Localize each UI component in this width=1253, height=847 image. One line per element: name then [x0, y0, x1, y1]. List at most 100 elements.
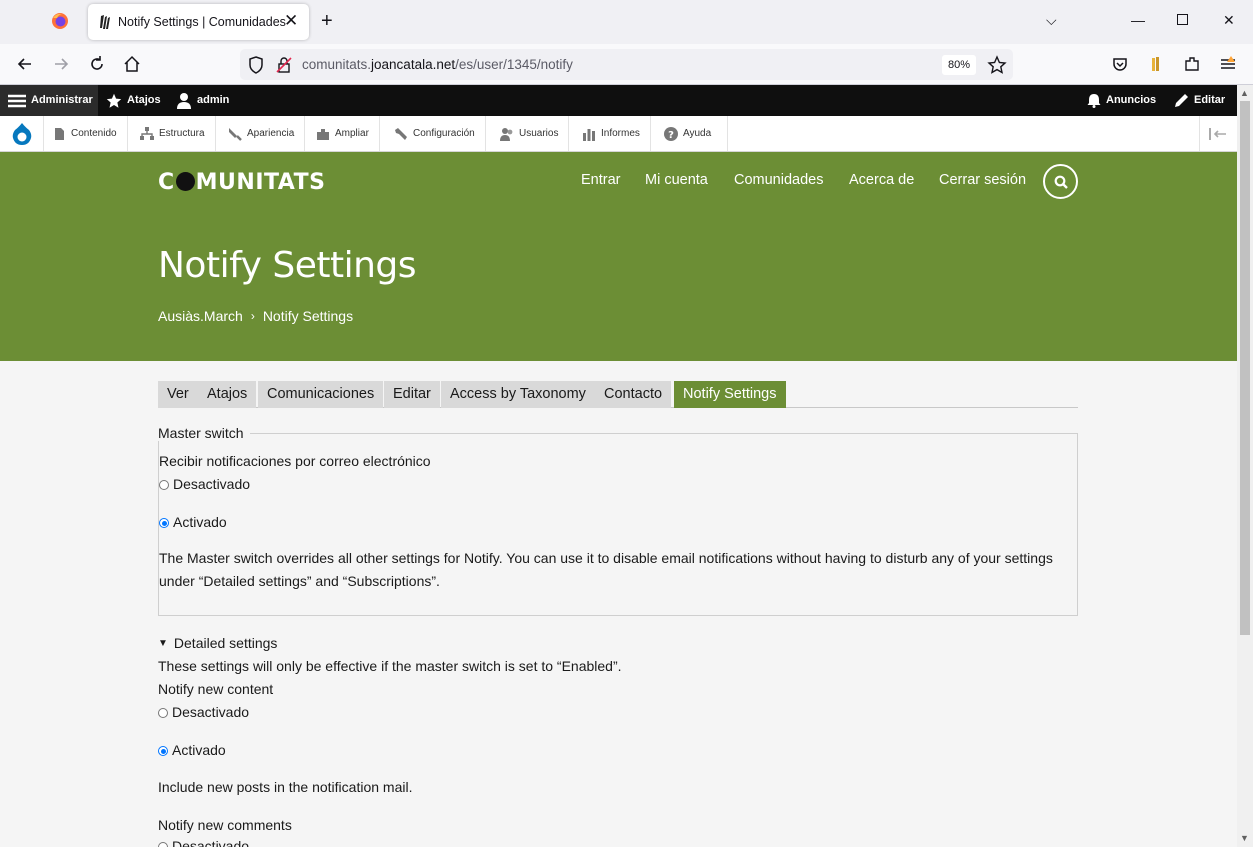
- master-off-radio[interactable]: [159, 480, 169, 490]
- new-tab-button[interactable]: +: [321, 10, 333, 32]
- browser-navigation-bar: comunitats.joancatala.net/es/user/1345/n…: [0, 44, 1253, 85]
- scrollbar-thumb[interactable]: [1240, 101, 1250, 635]
- user-icon: [177, 93, 191, 109]
- menu-hamburger-icon[interactable]: [1218, 54, 1238, 74]
- administrar-button[interactable]: Administrar: [0, 85, 98, 116]
- extensions-puzzle-icon[interactable]: [1182, 54, 1202, 74]
- search-button[interactable]: [1043, 164, 1078, 199]
- comments-off-label[interactable]: Desactivado: [172, 838, 249, 847]
- tray-item-usuarios[interactable]: Usuarios: [492, 116, 570, 151]
- tray-item-label: Configuración: [413, 128, 475, 139]
- maximize-button[interactable]: [1177, 14, 1188, 25]
- drupal-logo-icon: [12, 122, 32, 145]
- comments-off-radio[interactable]: [158, 842, 168, 847]
- tab-editar[interactable]: Editar: [384, 381, 440, 408]
- nav-link-cerrar-sesion[interactable]: Cerrar sesión: [939, 172, 1026, 188]
- puzzle-icon: [317, 128, 329, 140]
- tray-item-contenido[interactable]: Contenido: [44, 116, 128, 151]
- tray-item-estructura[interactable]: Estructura: [132, 116, 216, 151]
- firefox-icon[interactable]: [51, 12, 69, 30]
- browser-tab-strip: Notify Settings | Comunidades ✕ + ⌵ — ✕: [0, 0, 1253, 44]
- editar-button[interactable]: Editar: [1174, 85, 1225, 116]
- tab-access-by-taxonomy[interactable]: Access by Taxonomy: [441, 381, 595, 408]
- master-off-label[interactable]: Desactivado: [173, 476, 250, 492]
- tray-item-apariencia[interactable]: Apariencia: [220, 116, 306, 151]
- page-scrollbar[interactable]: ▲ ▼: [1237, 85, 1253, 847]
- user-button[interactable]: admin: [176, 85, 229, 116]
- forward-icon[interactable]: [51, 54, 71, 74]
- user-label: admin: [197, 94, 230, 106]
- nav-link-comunidades[interactable]: Comunidades: [734, 172, 823, 188]
- bell-icon: [1087, 94, 1101, 108]
- notify-comments-label: Notify new comments: [158, 817, 292, 833]
- master-on-radio[interactable]: [159, 518, 169, 528]
- address-bar[interactable]: comunitats.joancatala.net/es/user/1345/n…: [240, 49, 1013, 80]
- detailed-settings-description: These settings will only be effective if…: [158, 658, 622, 674]
- users-icon: [500, 127, 513, 141]
- drupal-admin-toolbar: Administrar Atajos admin Anuncios Editar: [0, 85, 1237, 116]
- breadcrumb-current: Notify Settings: [262, 308, 354, 324]
- reload-icon[interactable]: [87, 54, 107, 74]
- tab-atajos[interactable]: Atajos: [198, 381, 257, 408]
- shield-icon[interactable]: [246, 55, 266, 75]
- local-tasks-tabs: Ver Atajos Comunicaciones Editar Access …: [158, 381, 1078, 408]
- nav-link-entrar[interactable]: Entrar: [581, 172, 621, 188]
- tab-close-icon[interactable]: ✕: [284, 12, 298, 30]
- tray-item-ampliar[interactable]: Ampliar: [308, 116, 380, 151]
- hamburger-icon: [8, 94, 26, 107]
- zoom-level-badge[interactable]: 80%: [942, 55, 976, 75]
- nav-link-mi-cuenta[interactable]: Mi cuenta: [645, 172, 708, 188]
- tab-list-chevron-icon[interactable]: ⌵: [1046, 12, 1057, 28]
- scroll-up-arrow-icon[interactable]: ▲: [1240, 88, 1249, 98]
- tray-item-label: Apariencia: [247, 128, 295, 139]
- breadcrumb-separator-icon: ›: [250, 309, 255, 323]
- atajos-label: Atajos: [127, 94, 161, 106]
- tray-item-configuracion[interactable]: Configuración: [386, 116, 486, 151]
- drupal-admin-tray: Contenido Estructura Apariencia Ampliar …: [0, 116, 1237, 152]
- page-title: Notify Settings: [158, 245, 417, 286]
- collapse-tray-icon: [1208, 127, 1226, 140]
- atajos-button[interactable]: Atajos: [106, 85, 161, 116]
- tab-comunicaciones[interactable]: Comunicaciones: [258, 381, 384, 408]
- master-switch-legend: Master switch: [158, 425, 250, 441]
- drupal-home-button[interactable]: [0, 116, 44, 151]
- tab-contacto[interactable]: Contacto: [595, 381, 672, 408]
- star-icon: [106, 93, 122, 108]
- scroll-down-arrow-icon[interactable]: ▼: [1240, 833, 1249, 843]
- home-icon[interactable]: [122, 54, 142, 74]
- content-off-radio[interactable]: [158, 708, 168, 718]
- master-on-label[interactable]: Activado: [173, 514, 227, 530]
- breadcrumb-link-user[interactable]: Ausiàs.March: [158, 308, 243, 324]
- browser-tab-active[interactable]: Notify Settings | Comunidades ✕: [88, 4, 309, 40]
- notify-content-description: Include new posts in the notification ma…: [158, 779, 413, 795]
- bookmark-star-icon[interactable]: [987, 55, 1007, 75]
- anuncios-button[interactable]: Anuncios: [1087, 85, 1156, 116]
- notify-content-label: Notify new content: [158, 681, 274, 697]
- content-on-label[interactable]: Activado: [172, 742, 226, 758]
- tray-item-label: Ayuda: [683, 128, 712, 139]
- tray-orientation-toggle[interactable]: [1199, 116, 1237, 151]
- administrar-label: Administrar: [31, 94, 93, 106]
- insecure-lock-icon[interactable]: [274, 55, 294, 75]
- site-logo[interactable]: C MUNITATS: [158, 170, 325, 195]
- tab-notify-settings[interactable]: Notify Settings: [674, 381, 786, 408]
- detailed-settings-summary[interactable]: ▼ Detailed settings: [158, 635, 277, 651]
- url-text[interactable]: comunitats.joancatala.net/es/user/1345/n…: [302, 57, 573, 72]
- nav-link-acerca-de[interactable]: Acerca de: [849, 172, 914, 188]
- extension-icon[interactable]: [1146, 54, 1166, 74]
- tab-title: Notify Settings | Comunidades: [118, 15, 286, 29]
- back-icon[interactable]: [15, 54, 35, 74]
- tray-item-informes[interactable]: Informes: [574, 116, 651, 151]
- page-viewport: Administrar Atajos admin Anuncios Editar…: [0, 85, 1237, 847]
- content-off-label[interactable]: Desactivado: [172, 704, 249, 720]
- search-icon: [1054, 175, 1068, 189]
- content-on-radio[interactable]: [158, 746, 168, 756]
- tray-item-ayuda[interactable]: ? Ayuda: [656, 116, 728, 151]
- site-header: C MUNITATS Entrar Mi cuenta Comunidades A…: [0, 152, 1237, 361]
- minimize-button[interactable]: —: [1131, 12, 1145, 28]
- pocket-icon[interactable]: [1110, 54, 1130, 74]
- file-icon: [55, 127, 64, 140]
- tray-item-label: Usuarios: [519, 128, 559, 139]
- tab-ver[interactable]: Ver: [158, 381, 198, 408]
- close-window-button[interactable]: ✕: [1223, 12, 1235, 28]
